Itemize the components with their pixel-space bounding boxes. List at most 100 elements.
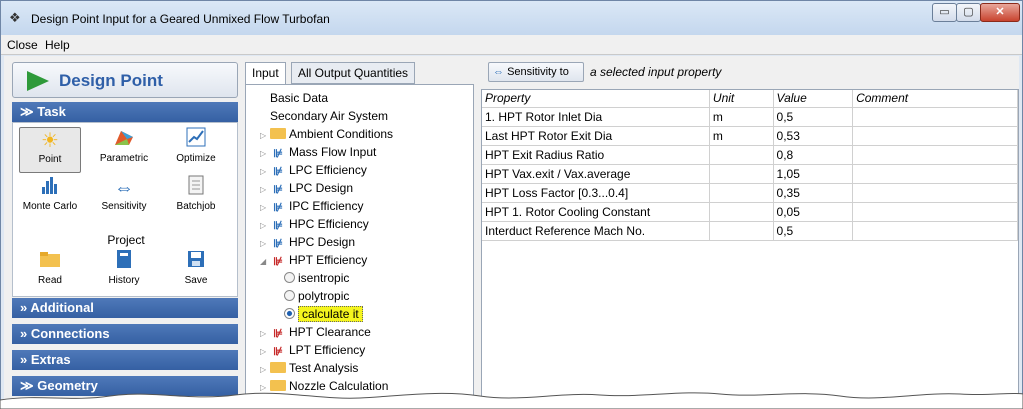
additional-header[interactable]: » Additional bbox=[12, 298, 238, 318]
table-row[interactable]: HPT Loss Factor [0.3...0.4] 0,35 bbox=[482, 183, 1018, 203]
tree-node[interactable]: ▷ Test Analysis bbox=[260, 359, 358, 377]
sensitivity-button[interactable]: ⇔ Sensitivity to bbox=[488, 62, 584, 82]
property-cell: Interduct Reference Mach No. bbox=[482, 221, 710, 241]
column-header[interactable]: Value bbox=[773, 90, 854, 108]
table-row[interactable]: HPT Exit Radius Ratio 0,8 bbox=[482, 145, 1018, 165]
parametric-tool-button[interactable]: Parametric bbox=[93, 127, 155, 173]
value-cell[interactable]: 1,05 bbox=[773, 164, 854, 184]
menu-close[interactable]: Close bbox=[7, 38, 38, 52]
close-window-button[interactable]: ✕ bbox=[980, 3, 1020, 22]
radio-icon[interactable] bbox=[284, 290, 295, 301]
comment-cell[interactable] bbox=[852, 183, 1018, 203]
task-panel: ☀ Point Parametric Optimize Monte Carlo … bbox=[12, 122, 238, 297]
tree-node-label: HPC Efficiency bbox=[289, 217, 369, 231]
monte-carlo-tool-button[interactable]: Monte Carlo bbox=[19, 175, 81, 221]
tree-node[interactable]: ▷ Ambient Conditions bbox=[260, 125, 393, 143]
column-header[interactable]: Comment bbox=[852, 90, 1018, 108]
blue-component-icon: ⊯ bbox=[273, 148, 283, 160]
tree-node[interactable]: ◢ ⊯ HPT Efficiency bbox=[260, 251, 367, 269]
property-cell: HPT Exit Radius Ratio bbox=[482, 145, 710, 165]
value-cell[interactable]: 0,5 bbox=[773, 221, 854, 241]
history-tool-button[interactable]: History bbox=[93, 249, 155, 295]
menu-help[interactable]: Help bbox=[45, 38, 70, 52]
tree-node[interactable]: Secondary Air System bbox=[260, 107, 388, 125]
blue-component-icon: ⊯ bbox=[273, 184, 283, 196]
extras-header[interactable]: » Extras bbox=[12, 350, 238, 370]
property-cell: Last HPT Rotor Exit Dia bbox=[482, 126, 710, 146]
tree-node[interactable]: ▷ ⊯ IPC Efficiency bbox=[260, 197, 363, 215]
point-tool-button[interactable]: ☀ Point bbox=[19, 127, 81, 173]
left-panel: Design Point ≫ Task ☀ Point Parametric O… bbox=[12, 58, 238, 409]
comment-cell[interactable] bbox=[852, 221, 1018, 241]
tree-node-label: LPC Efficiency bbox=[289, 163, 367, 177]
tree-node-label: Ambient Conditions bbox=[289, 127, 394, 141]
tree-node[interactable]: isentropic bbox=[284, 269, 349, 287]
tree-node-label: calculate it bbox=[298, 306, 363, 322]
project-label: Project bbox=[107, 233, 145, 247]
tree-node[interactable]: ▷ ⊯ LPC Efficiency bbox=[260, 161, 367, 179]
table-row[interactable]: 1. HPT Rotor Inlet Dia m 0,5 bbox=[482, 107, 1018, 127]
input-tree: Basic Data Secondary Air System ▷ Ambient C… bbox=[245, 84, 474, 409]
column-header[interactable]: Property bbox=[482, 90, 710, 108]
unit-cell bbox=[709, 221, 774, 241]
value-cell[interactable]: 0,35 bbox=[773, 183, 854, 203]
tree-node[interactable]: Basic Data bbox=[260, 89, 328, 107]
unit-cell bbox=[709, 202, 774, 222]
connections-header[interactable]: » Connections bbox=[12, 324, 238, 344]
task-header[interactable]: ≫ Task bbox=[12, 102, 238, 122]
column-header[interactable]: Unit bbox=[709, 90, 774, 108]
comment-cell[interactable] bbox=[852, 202, 1018, 222]
floppy-icon bbox=[165, 249, 227, 275]
value-cell[interactable]: 0,53 bbox=[773, 126, 854, 146]
table-header-row: Property Unit Value Comment bbox=[482, 90, 1018, 108]
red-component-icon: ⊯ bbox=[273, 256, 283, 268]
tree-node-label: LPC Design bbox=[289, 181, 354, 195]
maximize-button[interactable]: ▢ bbox=[956, 3, 981, 22]
table-row[interactable]: Interduct Reference Mach No. 0,5 bbox=[482, 221, 1018, 241]
tree-node[interactable]: ▷ ⊯ Mass Flow Input bbox=[260, 143, 376, 161]
design-point-button[interactable]: Design Point bbox=[12, 62, 238, 98]
minimize-button[interactable]: ▭ bbox=[932, 3, 957, 22]
tool-label: Sensitivity bbox=[101, 201, 147, 212]
tree-node[interactable]: ▷ ⊯ HPT Clearance bbox=[260, 323, 371, 341]
notebook-icon bbox=[93, 249, 155, 275]
value-cell[interactable]: 0,5 bbox=[773, 107, 854, 127]
tree-node[interactable]: ▷ ⊯ LPT Efficiency bbox=[260, 341, 365, 359]
tab-all-output-quantities[interactable]: All Output Quantities bbox=[291, 62, 416, 84]
tool-label: Optimize bbox=[176, 153, 216, 164]
double-arrow-icon: ⇔ bbox=[114, 177, 134, 199]
value-cell[interactable]: 0,8 bbox=[773, 145, 854, 165]
comment-cell[interactable] bbox=[852, 126, 1018, 146]
value-cell[interactable]: 0,05 bbox=[773, 202, 854, 222]
tree-node-label: isentropic bbox=[298, 271, 350, 285]
tree-node-label: LPT Efficiency bbox=[289, 343, 366, 357]
table-row[interactable]: Last HPT Rotor Exit Dia m 0,53 bbox=[482, 126, 1018, 146]
tree-node-label: HPC Design bbox=[289, 235, 356, 249]
tab-input[interactable]: Input bbox=[245, 62, 286, 84]
expand-icon[interactable]: ◢ bbox=[260, 253, 270, 271]
window-title: Design Point Input for a Geared Unmixed … bbox=[31, 12, 330, 26]
read-tool-button[interactable]: Read bbox=[19, 249, 81, 295]
sensitivity-hint: a selected input property bbox=[590, 65, 722, 79]
tree-node-label: Basic Data bbox=[270, 91, 329, 105]
tree-node[interactable]: ▷ ⊯ LPC Design bbox=[260, 179, 353, 197]
blue-component-icon: ⊯ bbox=[273, 166, 283, 178]
radio-icon[interactable] bbox=[284, 308, 295, 319]
tool-label: Batchjob bbox=[176, 201, 216, 212]
comment-cell[interactable] bbox=[852, 107, 1018, 127]
surface-plot-icon bbox=[93, 127, 155, 153]
table-row[interactable]: HPT 1. Rotor Cooling Constant 0,05 bbox=[482, 202, 1018, 222]
comment-cell[interactable] bbox=[852, 164, 1018, 184]
table-row[interactable]: HPT Vax.exit / Vax.average 1,05 bbox=[482, 164, 1018, 184]
optimize-tool-button[interactable]: Optimize bbox=[165, 127, 227, 173]
radio-icon[interactable] bbox=[284, 272, 295, 283]
tree-node[interactable]: calculate it bbox=[284, 305, 363, 323]
tree-node[interactable]: ▷ ⊯ HPC Efficiency bbox=[260, 215, 369, 233]
blue-component-icon: ⊯ bbox=[273, 220, 283, 232]
tree-node[interactable]: polytropic bbox=[284, 287, 349, 305]
batchjob-tool-button[interactable]: Batchjob bbox=[165, 175, 227, 221]
sensitivity-tool-button[interactable]: ⇔ Sensitivity bbox=[93, 175, 155, 221]
tree-node[interactable]: ▷ ⊯ HPC Design bbox=[260, 233, 355, 251]
save-tool-button[interactable]: Save bbox=[165, 249, 227, 295]
comment-cell[interactable] bbox=[852, 145, 1018, 165]
